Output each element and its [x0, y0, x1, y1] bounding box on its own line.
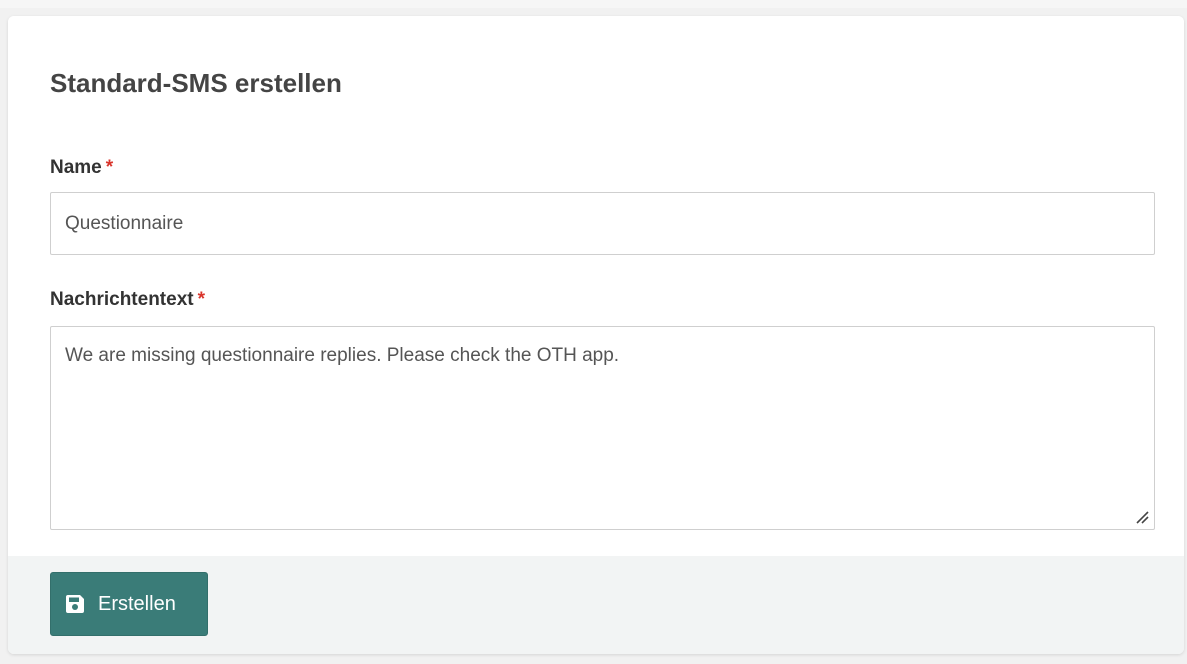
card-title: Standard-SMS erstellen	[50, 68, 342, 98]
name-required-mark: *	[105, 157, 114, 178]
message-textarea[interactable]: We are missing questionnaire replies. Pl…	[50, 326, 1155, 530]
create-button-label: Erstellen	[98, 592, 176, 615]
message-required-mark: *	[197, 289, 206, 310]
card-footer: Erstellen	[8, 556, 1184, 654]
name-label: Name *	[50, 157, 113, 179]
create-sms-card: Standard-SMS erstellen Name* Nachrichten…	[8, 16, 1184, 654]
page-top-strip	[0, 0, 1187, 8]
message-label-text: Nachrichtentext	[50, 289, 194, 310]
name-label-text: Name	[50, 157, 102, 178]
name-input[interactable]	[50, 192, 1155, 255]
card-body: Standard-SMS erstellen Name* Nachrichten…	[8, 16, 1184, 556]
create-button[interactable]: Erstellen	[50, 572, 208, 636]
message-label: Nachrichtentext *	[50, 289, 205, 311]
floppy-disk-icon	[66, 595, 84, 613]
resize-grip-icon[interactable]	[1135, 510, 1149, 524]
